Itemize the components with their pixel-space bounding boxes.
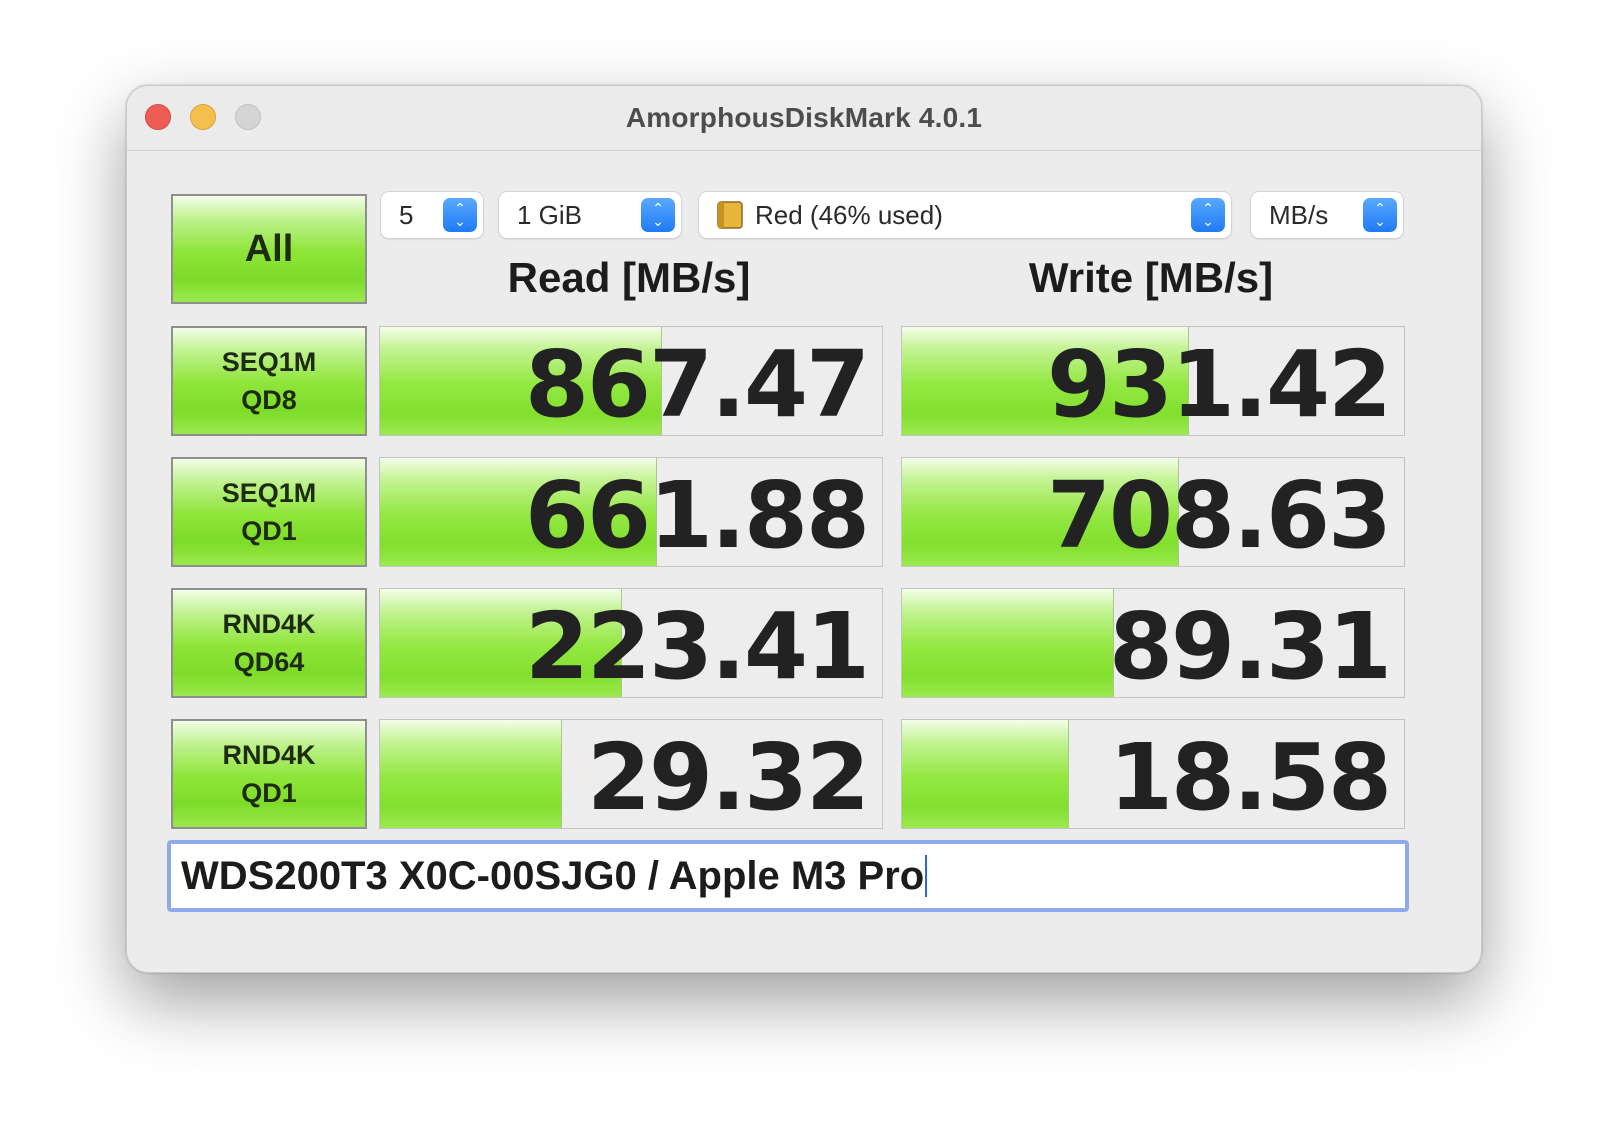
write-value: 931.42: [1046, 331, 1392, 436]
write-column-header: Write [MB/s]: [1028, 254, 1274, 301]
run-all-button[interactable]: All: [171, 194, 367, 304]
test-name: RND4K: [222, 609, 316, 639]
write-level-bar: [902, 589, 1114, 697]
window-title: AmorphousDiskMark 4.0.1: [625, 102, 983, 133]
drive-icon: [717, 201, 743, 229]
read-result-seq1m-qd8: 867.47: [379, 326, 883, 436]
read-result-rnd4k-qd64: 223.41: [379, 588, 883, 698]
stepper-icon: ⌃ ⌄: [641, 198, 675, 232]
text-caret: [925, 855, 928, 897]
read-result-rnd4k-qd1: 29.32: [379, 719, 883, 829]
write-value: 708.63: [1046, 462, 1392, 567]
test-queue-depth: QD1: [241, 778, 297, 808]
read-value: 223.41: [524, 593, 870, 698]
comment-input[interactable]: WDS200T3 X0C-00SJG0 / Apple M3 Pro: [167, 840, 1409, 912]
rnd4k-qd1-button[interactable]: RND4K QD1: [171, 719, 367, 829]
read-value: 661.88: [524, 462, 870, 567]
stepper-icon: ⌃ ⌄: [1363, 198, 1397, 232]
app-window: AmorphousDiskMark 4.0.1 All 5 ⌃ ⌄ 1 GiB ⌃…: [126, 85, 1482, 973]
write-value: 89.31: [1108, 593, 1392, 698]
test-name: SEQ1M: [221, 347, 317, 377]
title-bar: AmorphousDiskMark 4.0.1: [127, 86, 1481, 151]
stepper-icon: ⌃ ⌄: [1191, 198, 1225, 232]
stepper-icon: ⌃ ⌄: [443, 198, 477, 232]
comment-text: WDS200T3 X0C-00SJG0 / Apple M3 Pro: [181, 854, 925, 898]
rnd4k-qd64-button[interactable]: RND4K QD64: [171, 588, 367, 698]
test-queue-depth: QD64: [233, 647, 305, 677]
write-result-rnd4k-qd64: 89.31: [901, 588, 1405, 698]
seq1m-qd8-button[interactable]: SEQ1M QD8: [171, 326, 367, 436]
disk-select-value: Red (46% used): [755, 200, 943, 230]
read-value: 867.47: [524, 331, 870, 436]
write-result-seq1m-qd1: 708.63: [901, 457, 1405, 567]
read-level-bar: [380, 720, 562, 828]
unit-select[interactable]: MB/s ⌃ ⌄: [1251, 192, 1403, 238]
seq1m-qd1-button[interactable]: SEQ1M QD1: [171, 457, 367, 567]
write-result-seq1m-qd8: 931.42: [901, 326, 1405, 436]
disk-select[interactable]: Red (46% used) ⌃ ⌄: [699, 192, 1231, 238]
test-name: SEQ1M: [221, 478, 317, 508]
test-count-value: 5: [399, 200, 414, 230]
write-result-rnd4k-qd1: 18.58: [901, 719, 1405, 829]
test-queue-depth: QD8: [241, 385, 297, 415]
write-level-bar: [902, 720, 1069, 828]
test-size-select[interactable]: 1 GiB ⌃ ⌄: [499, 192, 681, 238]
read-value: 29.32: [586, 724, 870, 829]
test-queue-depth: QD1: [241, 516, 297, 546]
read-column-header: Read [MB/s]: [507, 254, 751, 301]
test-name: RND4K: [222, 740, 316, 770]
test-count-select[interactable]: 5 ⌃ ⌄: [381, 192, 483, 238]
read-result-seq1m-qd1: 661.88: [379, 457, 883, 567]
write-value: 18.58: [1108, 724, 1392, 829]
unit-value: MB/s: [1269, 200, 1329, 230]
test-size-value: 1 GiB: [517, 200, 583, 230]
